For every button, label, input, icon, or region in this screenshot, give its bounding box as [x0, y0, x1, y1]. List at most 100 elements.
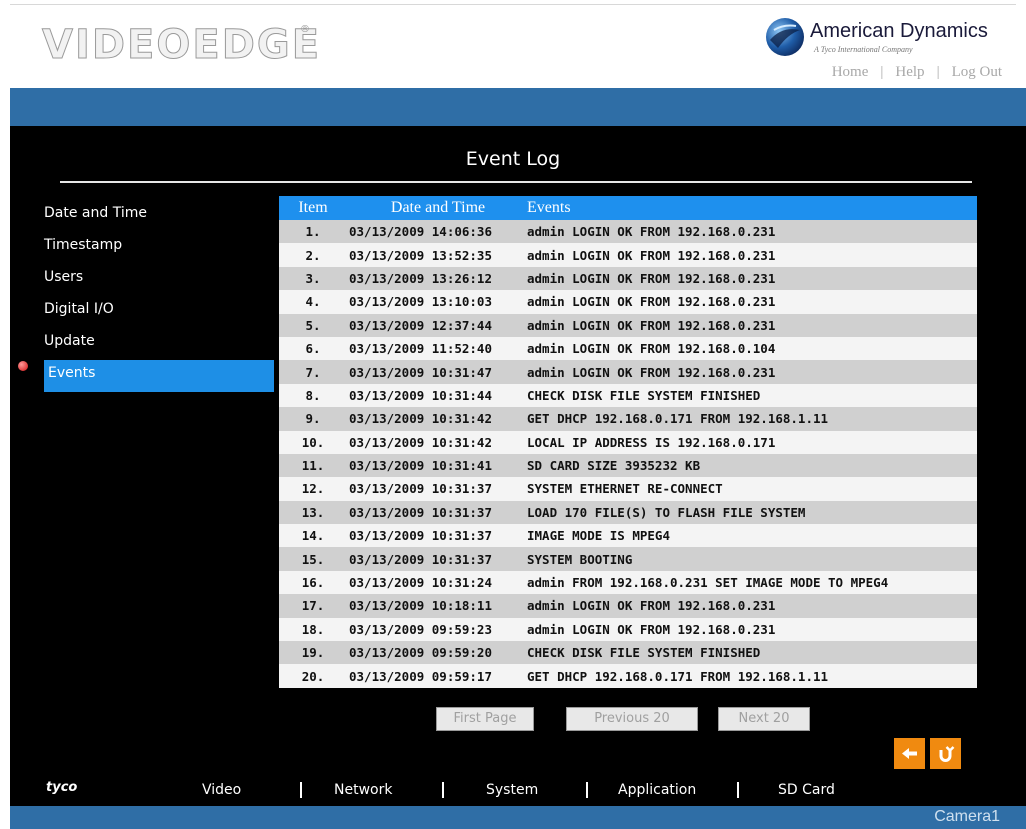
refresh-button[interactable] — [930, 738, 961, 769]
nav-separator — [586, 782, 588, 798]
cell-item: 14. — [301, 528, 325, 544]
tyco-logo: tyco — [46, 780, 78, 795]
cell-event: LOAD 170 FILE(S) TO FLASH FILE SYSTEM — [527, 504, 806, 520]
logout-link[interactable]: Log Out — [952, 64, 1002, 80]
cell-item: 16. — [301, 575, 325, 591]
sidebar-item-timestamp[interactable]: Timestamp — [44, 232, 276, 264]
title-divider — [60, 181, 972, 183]
table-row: 7. 03/13/2009 10:31:47 admin LOGIN OK FROM… — [279, 360, 977, 384]
table-row: 20. 03/13/2009 09:59:17 GET DHCP 192.168.0… — [279, 664, 977, 688]
previous-20-button[interactable]: Previous 20 — [566, 707, 698, 731]
cell-date-time: 03/13/2009 10:18:11 — [349, 598, 492, 614]
cell-date-time: 03/13/2009 09:59:17 — [349, 668, 492, 684]
cell-date-time: 03/13/2009 10:31:37 — [349, 481, 492, 497]
link-separator: | — [936, 64, 940, 80]
cell-date-time: 03/13/2009 10:31:42 — [349, 434, 492, 450]
cell-event: admin LOGIN OK FROM 192.168.0.231 — [527, 224, 776, 240]
back-button[interactable] — [894, 738, 925, 769]
sidebar-item-digital-io[interactable]: Digital I/O — [44, 296, 276, 328]
cell-event: CHECK DISK FILE SYSTEM FINISHED — [527, 645, 761, 661]
sidebar-item-update[interactable]: Update — [44, 328, 276, 360]
top-divider — [10, 4, 1016, 5]
column-header-date-and-time: Date and Time — [390, 199, 486, 216]
table-header-row: Item Date and Time Events — [279, 196, 977, 220]
table-row: 2. 03/13/2009 13:52:35 admin LOGIN OK FROM… — [279, 243, 977, 267]
cell-item: 20. — [301, 668, 325, 684]
help-link[interactable]: Help — [895, 64, 924, 80]
table-row: 12. 03/13/2009 10:31:37 SYSTEM ETHERNET RE… — [279, 477, 977, 501]
cell-item: 9. — [305, 411, 321, 427]
cell-event: SYSTEM BOOTING — [527, 551, 633, 567]
home-link[interactable]: Home — [832, 64, 869, 80]
nav-sd-card[interactable]: SD Card — [778, 782, 835, 798]
nav-separator — [300, 782, 302, 798]
event-table: Item Date and Time Events 1. 03/13/2009 1… — [279, 196, 977, 688]
top-blue-bar — [10, 88, 1026, 126]
table-row: 4. 03/13/2009 13:10:03 admin LOGIN OK FROM… — [279, 290, 977, 314]
cell-event: SD CARD SIZE 3935232 KB — [527, 458, 701, 474]
sidebar-item-date-and-time[interactable]: Date and Time — [44, 200, 276, 232]
sidebar-item-users[interactable]: Users — [44, 264, 276, 296]
table-row: 3. 03/13/2009 13:26:12 admin LOGIN OK FROM… — [279, 266, 977, 291]
refresh-icon — [939, 746, 955, 762]
brand-block: American Dynamics A Tyco International C… — [764, 16, 1004, 60]
next-20-button[interactable]: Next 20 — [718, 707, 810, 731]
cell-date-time: 03/13/2009 10:31:47 — [349, 364, 492, 380]
cell-item: 11. — [301, 458, 325, 474]
american-dynamics-globe-icon — [766, 18, 804, 56]
cell-date-time: 03/13/2009 11:52:40 — [349, 341, 492, 357]
page-title: Event Log — [465, 148, 561, 170]
cell-event: SYSTEM ETHERNET RE-CONNECT — [527, 481, 723, 497]
cell-event: admin LOGIN OK FROM 192.168.0.231 — [527, 247, 776, 263]
table-row: 16. 03/13/2009 10:31:24 admin FROM 192.168… — [279, 570, 977, 595]
table-row: 18. 03/13/2009 09:59:23 admin LOGIN OK FRO… — [279, 617, 977, 642]
link-separator: | — [880, 64, 884, 80]
cell-event: CHECK DISK FILE SYSTEM FINISHED — [527, 387, 761, 403]
column-header-item: Item — [298, 199, 328, 216]
first-page-button[interactable]: First Page — [436, 707, 534, 731]
nav-video[interactable]: Video — [202, 782, 241, 798]
cell-date-time: 03/13/2009 10:31:44 — [349, 387, 492, 403]
cell-event: IMAGE MODE IS MPEG4 — [527, 528, 670, 544]
cell-item: 18. — [301, 621, 325, 637]
table-row: 14. 03/13/2009 10:31:37 IMAGE MODE IS MPEG… — [279, 524, 977, 548]
cell-date-time: 03/13/2009 09:59:23 — [349, 621, 492, 637]
table-row: 5. 03/13/2009 12:37:44 admin LOGIN OK FROM… — [279, 313, 977, 337]
cell-item: 6. — [305, 341, 321, 357]
table-row: 15. 03/13/2009 10:31:37 SYSTEM BOOTING — [279, 547, 977, 571]
cell-date-time: 03/13/2009 10:31:37 — [349, 504, 492, 520]
cell-date-time: 03/13/2009 13:10:03 — [349, 294, 492, 310]
event-log-table: Item Date and Time Events 1. 03/13/2009 1… — [279, 196, 977, 688]
nav-application[interactable]: Application — [618, 782, 696, 798]
cell-date-time: 03/13/2009 10:31:37 — [349, 551, 492, 567]
sidebar-item-events[interactable]: Events — [44, 360, 274, 392]
cell-date-time: 03/13/2009 10:31:37 — [349, 528, 492, 544]
cell-event: admin LOGIN OK FROM 192.168.0.231 — [527, 621, 776, 637]
table-row: 1. 03/13/2009 14:06:36 admin LOGIN OK FROM… — [279, 220, 977, 244]
cell-date-time: 03/13/2009 10:31:24 — [349, 575, 492, 591]
cell-date-time: 03/13/2009 09:59:20 — [349, 645, 492, 661]
active-indicator-dot-icon — [18, 361, 28, 371]
cell-event: admin LOGIN OK FROM 192.168.0.104 — [527, 341, 776, 357]
nav-separator — [442, 782, 444, 798]
camera-label: Camera1 — [934, 808, 1000, 825]
cell-item: 19. — [301, 645, 325, 661]
logo-registered-mark: ® — [300, 24, 310, 35]
cell-date-time: 03/13/2009 13:26:12 — [349, 270, 492, 286]
cell-event: admin LOGIN OK FROM 192.168.0.231 — [527, 317, 776, 333]
nav-system[interactable]: System — [486, 782, 538, 798]
cell-item: 3. — [305, 270, 321, 286]
cell-item: 4. — [305, 294, 321, 310]
cell-event: GET DHCP 192.168.0.171 FROM 192.168.1.11 — [527, 668, 829, 684]
cell-item: 12. — [301, 481, 325, 497]
nav-network[interactable]: Network — [334, 782, 392, 798]
cell-item: 8. — [305, 387, 321, 403]
table-row: 17. 03/13/2009 10:18:11 admin LOGIN OK FRO… — [279, 594, 977, 618]
cell-item: 15. — [301, 551, 325, 567]
header: VIDEOEDGE ® American Dynamics A Tyco Int… — [0, 0, 1026, 88]
nav-separator — [737, 782, 739, 798]
cell-item: 7. — [305, 364, 321, 380]
cell-event: admin LOGIN OK FROM 192.168.0.231 — [527, 294, 776, 310]
table-row: 19. 03/13/2009 09:59:20 CHECK DISK FILE SY… — [279, 641, 977, 665]
table-row: 6. 03/13/2009 11:52:40 admin LOGIN OK FROM… — [279, 336, 977, 361]
